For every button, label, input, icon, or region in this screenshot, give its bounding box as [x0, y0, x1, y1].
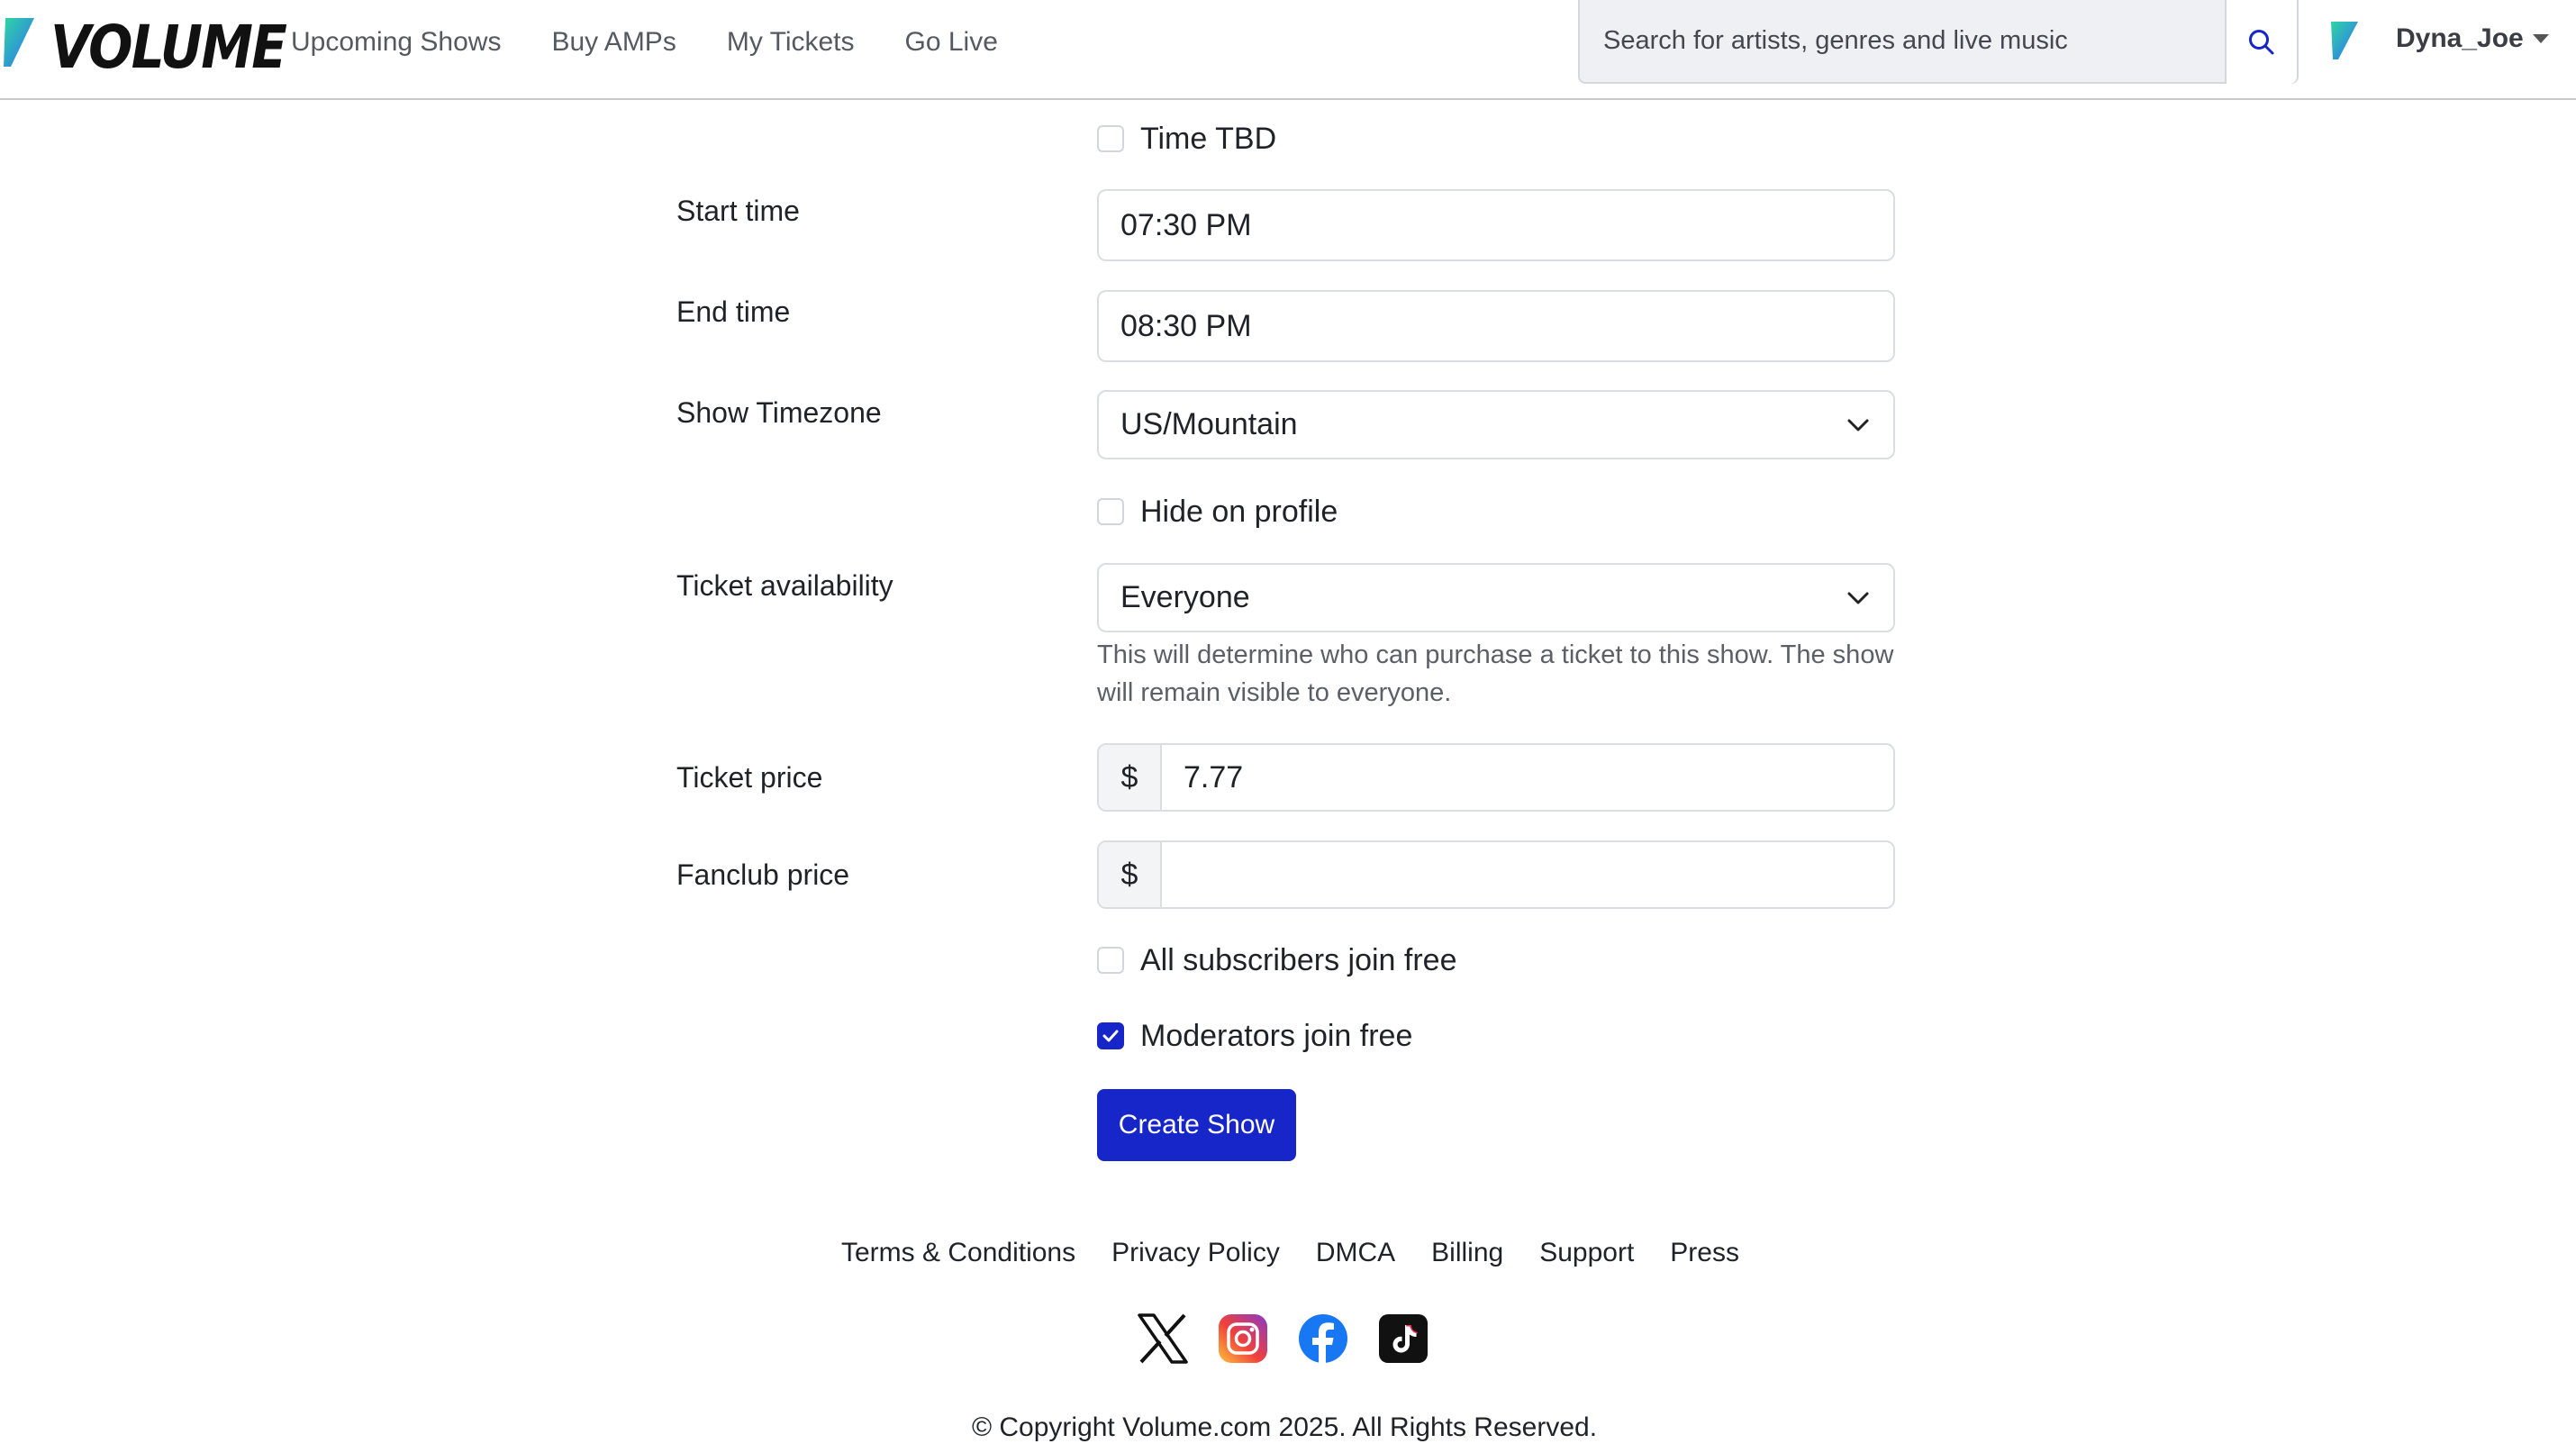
instagram-icon[interactable]: [1217, 1312, 1268, 1364]
timezone-select[interactable]: US/Mountain: [1097, 390, 1895, 459]
footer-link-privacy[interactable]: Privacy Policy: [1111, 1235, 1280, 1271]
ticket-price-input[interactable]: 7.77: [1162, 745, 1893, 810]
moderators-free-row: Moderators join free: [1097, 1018, 1412, 1054]
hide-on-profile-row: Hide on profile: [1097, 494, 1338, 530]
subscribers-free-row: All subscribers join free: [1097, 942, 1456, 978]
ticket-price-field: $ 7.77: [1097, 743, 1895, 812]
moderators-free-checkbox[interactable]: [1097, 1022, 1124, 1049]
search-input[interactable]: [1580, 0, 2225, 82]
start-time-label: Start time: [676, 195, 800, 227]
ticket-price-label: Ticket price: [676, 761, 823, 794]
start-time-value: 07:30 PM: [1120, 207, 1252, 242]
time-tbd-checkbox[interactable]: [1097, 125, 1124, 152]
fanclub-price-field: $: [1097, 840, 1895, 909]
copyright-text: © Copyright Volume.com 2025. All Rights …: [971, 1412, 1598, 1442]
user-avatar-icon: [2331, 22, 2358, 59]
copyright: © Copyright Volume.com 2025. All Rights …: [0, 1411, 2576, 1445]
ticket-availability-help: This will determine who can purchase a t…: [1097, 640, 1894, 707]
end-time-input[interactable]: 08:30 PM: [1097, 290, 1895, 362]
create-show-button[interactable]: Create Show: [1097, 1089, 1296, 1161]
ticket-availability-select[interactable]: Everyone: [1097, 563, 1895, 632]
main-nav: Upcoming Shows Buy AMPs My Tickets Go Li…: [291, 25, 998, 59]
end-time-value: 08:30 PM: [1120, 308, 1252, 343]
facebook-icon[interactable]: [1297, 1312, 1348, 1364]
currency-prefix: $: [1099, 745, 1162, 810]
fanclub-price-input[interactable]: [1162, 842, 1893, 907]
nav-my-tickets[interactable]: My Tickets: [727, 25, 855, 59]
footer-link-dmca[interactable]: DMCA: [1316, 1235, 1395, 1271]
nav-go-live[interactable]: Go Live: [905, 25, 998, 59]
chevron-down-icon: [2533, 34, 2549, 43]
end-time-label: End time: [676, 295, 791, 328]
currency-prefix: $: [1099, 842, 1162, 907]
ticket-availability-value: Everyone: [1120, 580, 1250, 614]
top-navbar: VOLUME Upcoming Shows Buy AMPs My Ticket…: [0, 0, 2576, 100]
footer-links: Terms & Conditions Privacy Policy DMCA B…: [841, 1235, 1739, 1271]
time-tbd-row: Time TBD: [1097, 121, 1276, 157]
social-links: [1137, 1312, 1429, 1364]
nav-buy-amps[interactable]: Buy AMPs: [551, 25, 676, 59]
start-time-input[interactable]: 07:30 PM: [1097, 189, 1895, 261]
subscribers-free-checkbox[interactable]: [1097, 947, 1124, 974]
footer-link-press[interactable]: Press: [1670, 1235, 1739, 1271]
footer-link-billing[interactable]: Billing: [1431, 1235, 1503, 1271]
checkmark-icon: [1102, 1030, 1119, 1042]
moderators-free-label: Moderators join free: [1140, 1019, 1413, 1053]
time-tbd-label: Time TBD: [1140, 122, 1277, 156]
subscribers-free-label: All subscribers join free: [1140, 943, 1457, 977]
chevron-down-icon: [1847, 592, 1869, 604]
tiktok-icon[interactable]: [1377, 1312, 1429, 1364]
chevron-down-icon: [1847, 419, 1869, 431]
search-button[interactable]: [2225, 0, 2297, 84]
brand-wordmark: VOLUME: [50, 13, 287, 82]
search-icon: [2249, 29, 2274, 54]
brand-logo[interactable]: VOLUME: [0, 13, 287, 77]
fanclub-price-label: Fanclub price: [676, 858, 850, 891]
footer-link-terms[interactable]: Terms & Conditions: [841, 1235, 1075, 1271]
footer-link-support[interactable]: Support: [1539, 1235, 1634, 1271]
volume-logo-icon: [4, 18, 34, 67]
username: Dyna_Joe: [2396, 23, 2524, 53]
x-icon[interactable]: [1137, 1312, 1188, 1364]
hide-on-profile-checkbox[interactable]: [1097, 498, 1124, 525]
nav-upcoming-shows[interactable]: Upcoming Shows: [291, 25, 501, 59]
search-bar: [1578, 0, 2299, 84]
timezone-value: US/Mountain: [1120, 407, 1298, 441]
hide-on-profile-label: Hide on profile: [1140, 495, 1338, 529]
timezone-label: Show Timezone: [676, 396, 882, 429]
user-menu[interactable]: Dyna_Joe: [2327, 18, 2549, 63]
ticket-availability-label: Ticket availability: [676, 569, 893, 602]
